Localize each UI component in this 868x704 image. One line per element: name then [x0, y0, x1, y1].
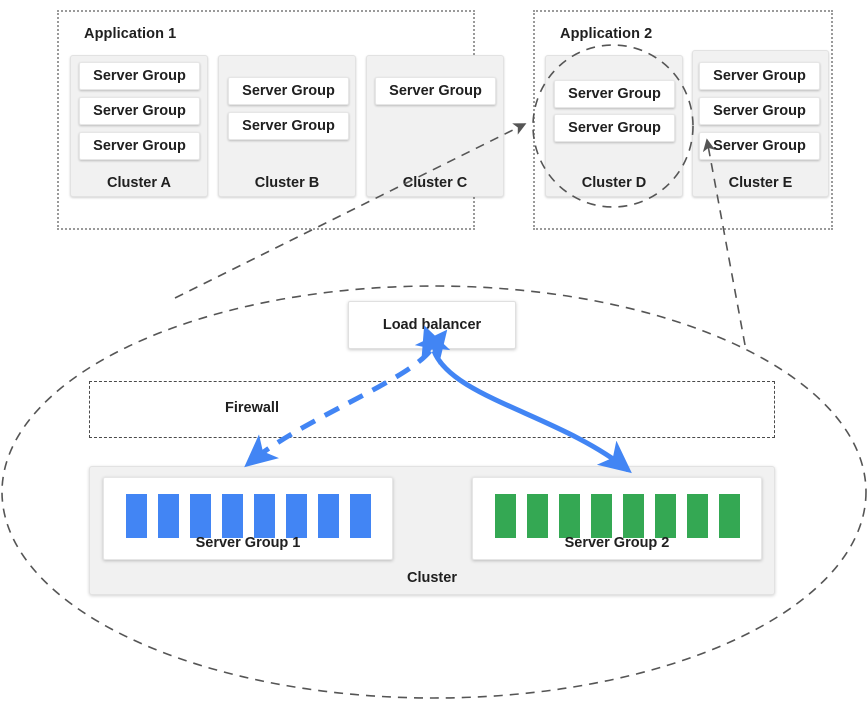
cluster-d-label: Cluster D [581, 175, 647, 191]
server-node [317, 494, 339, 538]
server-group-2-nodes [473, 494, 761, 538]
server-node [622, 494, 644, 538]
cluster-b-server-group-1[interactable]: Server Group [228, 77, 349, 105]
cluster-e-server-group-3[interactable]: Server Group [699, 132, 820, 160]
server-group-2-panel[interactable]: Server Group 2 [472, 477, 762, 560]
firewall-label: Firewall [225, 400, 279, 416]
cluster-e-server-group-1[interactable]: Server Group [699, 62, 820, 90]
cluster-c-label: Cluster C [402, 175, 468, 191]
server-node [718, 494, 740, 538]
server-node [285, 494, 307, 538]
server-node [526, 494, 548, 538]
server-group-1-panel[interactable]: Server Group 1 [103, 477, 393, 560]
cluster-a-server-group-2[interactable]: Server Group [79, 97, 200, 125]
cluster-a-server-group-1[interactable]: Server Group [79, 62, 200, 90]
cluster-e-label: Cluster E [728, 175, 793, 191]
server-node [494, 494, 516, 538]
cluster-a-label: Cluster A [107, 175, 171, 191]
server-node [125, 494, 147, 538]
server-group-2-label: Server Group 2 [564, 535, 670, 551]
server-group-1-label: Server Group 1 [195, 535, 301, 551]
server-node [253, 494, 275, 538]
server-node [590, 494, 612, 538]
server-group-1-nodes [104, 494, 392, 538]
server-node [686, 494, 708, 538]
cluster-d-server-group-1[interactable]: Server Group [554, 80, 675, 108]
cluster-d-server-group-2[interactable]: Server Group [554, 114, 675, 142]
application-1-title: Application 1 [84, 26, 177, 42]
load-balancer-box[interactable]: Load balancer [348, 301, 516, 349]
server-node [189, 494, 211, 538]
cluster-detail-label: Cluster [407, 570, 457, 586]
cluster-b-label: Cluster B [254, 175, 320, 191]
cluster-a-server-group-3[interactable]: Server Group [79, 132, 200, 160]
server-node [558, 494, 580, 538]
firewall-boundary [89, 381, 775, 438]
server-node [349, 494, 371, 538]
cluster-b-server-group-2[interactable]: Server Group [228, 112, 349, 140]
diagram-canvas: Application 1 Server Group Server Group … [0, 0, 868, 704]
server-node [221, 494, 243, 538]
cluster-c-server-group-1[interactable]: Server Group [375, 77, 496, 105]
application-2-title: Application 2 [560, 26, 653, 42]
server-node [654, 494, 676, 538]
server-node [157, 494, 179, 538]
cluster-e-server-group-2[interactable]: Server Group [699, 97, 820, 125]
